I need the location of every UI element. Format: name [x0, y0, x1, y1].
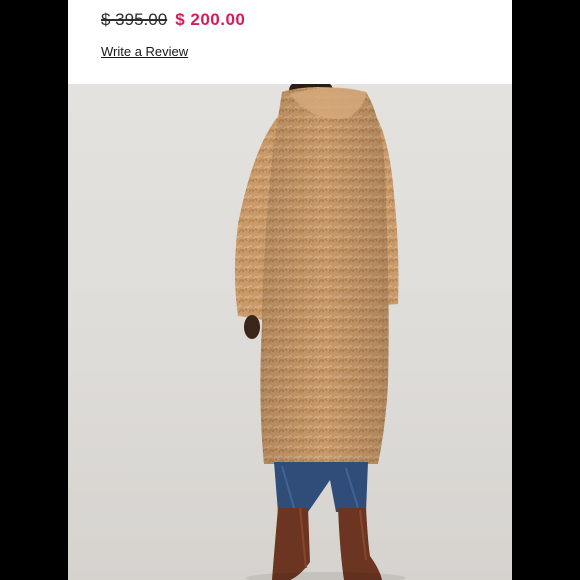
sale-price: $ 200.00	[175, 10, 246, 29]
product-panel: $ 395.00 $ 200.00 Write a Review	[68, 0, 512, 580]
original-price: $ 395.00	[101, 10, 168, 29]
write-review-link[interactable]: Write a Review	[101, 44, 188, 59]
right-boot	[338, 508, 382, 580]
hand	[244, 315, 260, 339]
coat-illustration	[235, 84, 406, 580]
price-row: $ 395.00 $ 200.00	[101, 10, 245, 34]
product-photo[interactable]	[68, 84, 512, 580]
